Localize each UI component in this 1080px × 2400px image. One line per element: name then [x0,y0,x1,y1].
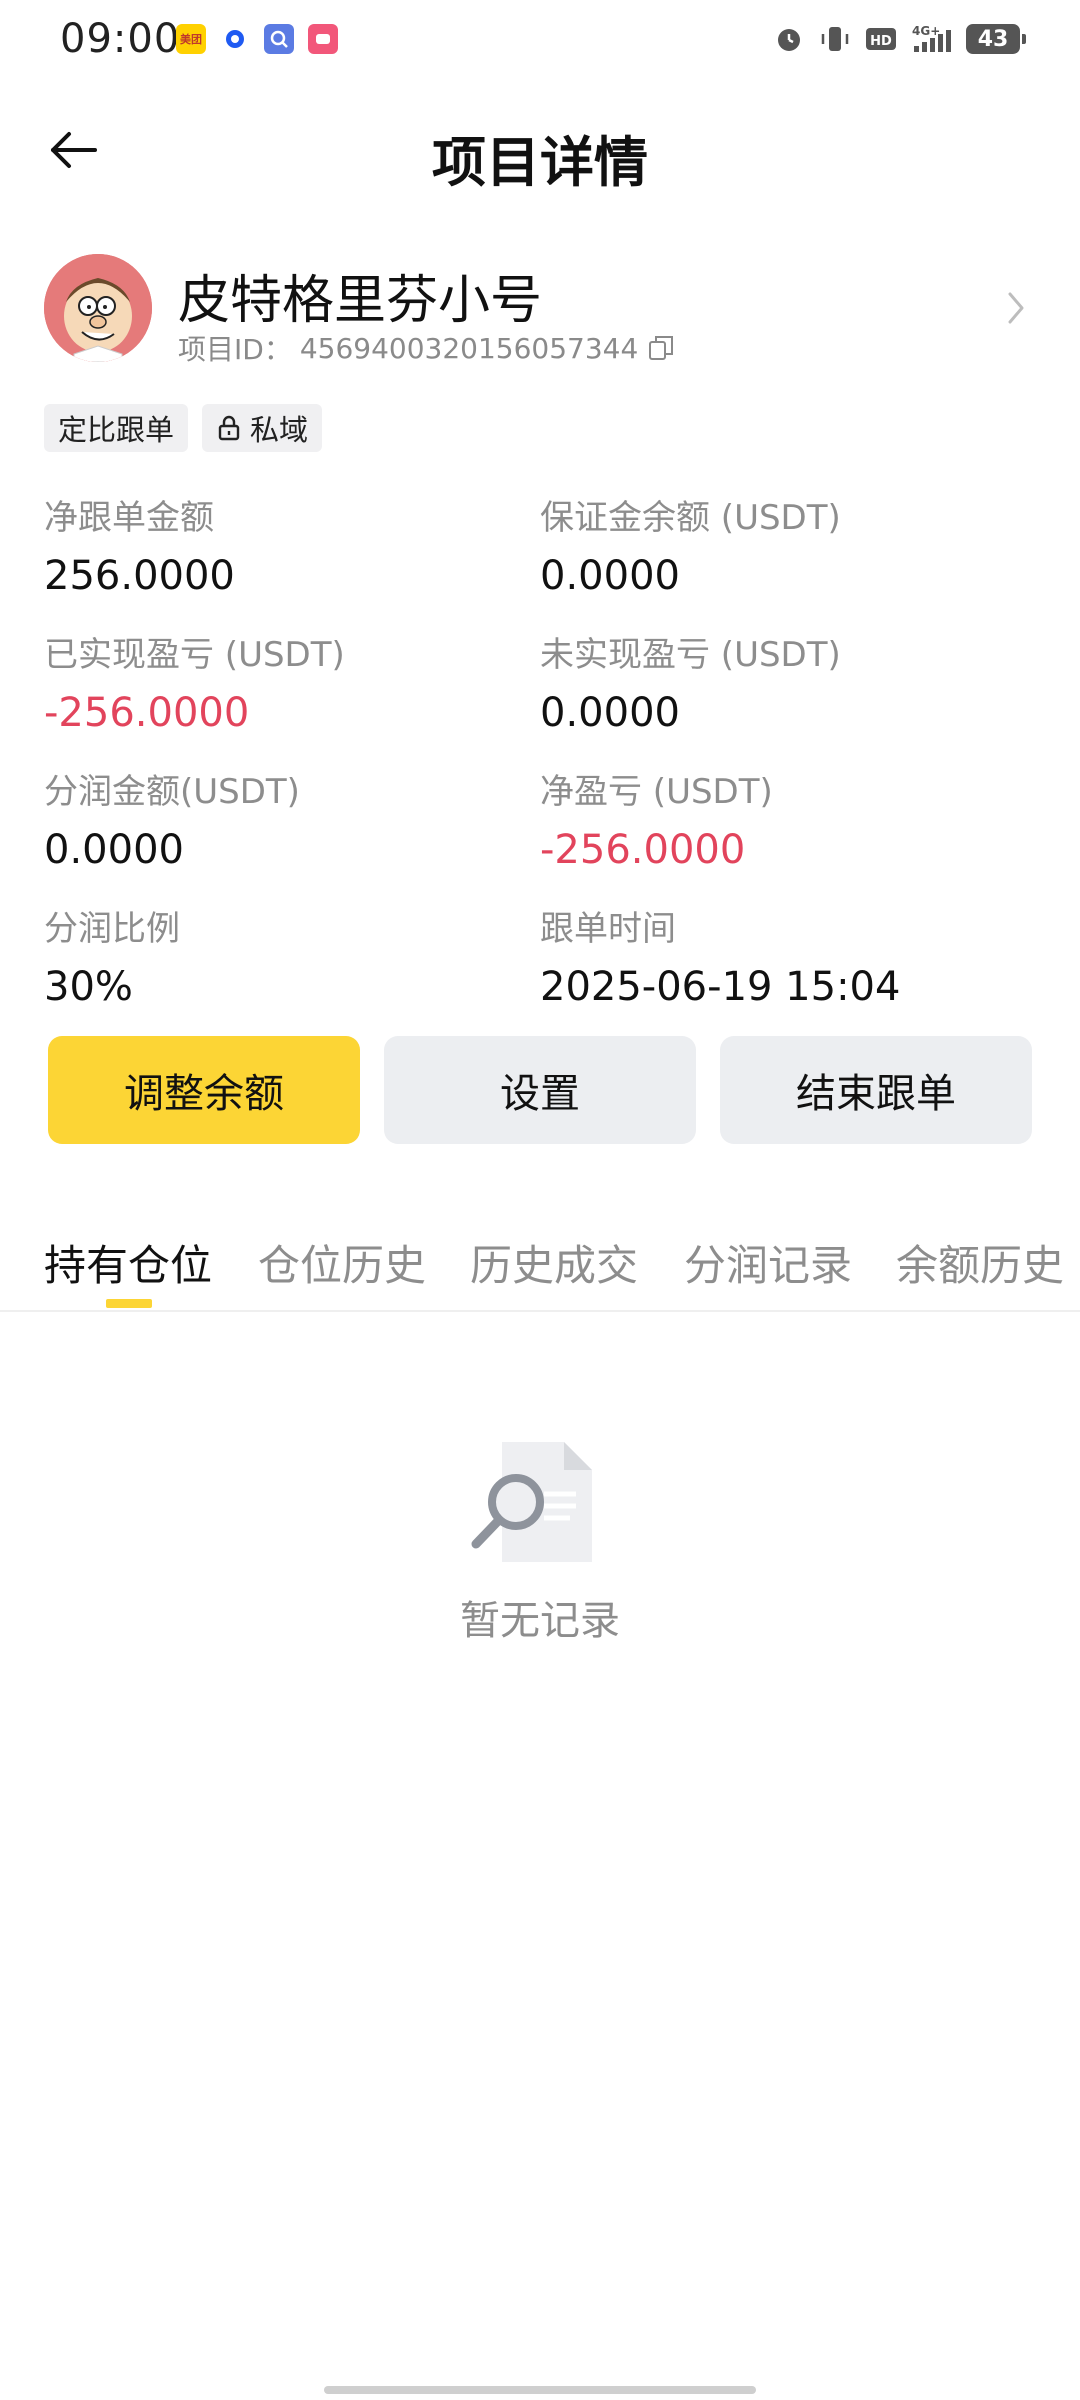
tab-bar: 持有仓位 仓位历史 历史成交 分润记录 余额历史 [0,1222,1080,1312]
stat-label: 分润比例 [44,909,180,949]
stat-label: 保证金余额 (USDT) [540,498,841,538]
copy-icon[interactable] [646,333,676,363]
project-id-label: 项目ID： [178,333,292,366]
stat-label: 净跟单金额 [44,498,214,538]
tab-profit-share-records[interactable]: 分润记录 [684,1232,852,1293]
stat-profit-share-ratio: 分润比例 30% [44,901,524,1010]
stat-label: 跟单时间 [540,909,676,949]
stat-realized-pnl: 已实现盈亏 (USDT) -256.0000 [44,627,524,736]
divider [0,1310,1080,1312]
tab-trade-history[interactable]: 历史成交 [470,1232,638,1293]
chevron-right-icon[interactable] [996,288,1036,328]
project-id-row: 项目ID： 4569400320156057344 [178,328,676,368]
tab-open-positions[interactable]: 持有仓位 [44,1232,212,1293]
stat-net-pnl: 净盈亏 (USDT) -256.0000 [540,764,1020,873]
stat-profit-share-amount: 分润金额(USDT) 0.0000 [44,764,524,873]
active-tab-indicator [106,1299,152,1308]
stat-value: 30% [44,964,133,1010]
hd-icon: HD [864,22,898,56]
status-bar: 09:00 美团 HD 4G+ 43 [0,0,1080,84]
profile-name: 皮特格里芬小号 [178,271,543,331]
status-system-icons: HD 4G+ 43 [772,22,1026,56]
tab-position-history[interactable]: 仓位历史 [258,1232,426,1293]
page-title: 项目详情 [432,131,648,194]
vibrate-icon [818,22,852,56]
app-pink-icon [308,24,338,54]
stat-value: 0.0000 [540,690,680,736]
tag-private: 私域 [202,404,323,452]
tag-label: 定比跟单 [58,413,175,447]
stat-label: 未实现盈亏 (USDT) [540,635,841,675]
status-time: 09:00 [60,16,181,62]
stat-label: 已实现盈亏 (USDT) [44,635,345,675]
empty-state-text: 暂无记录 [460,1598,620,1644]
status-app-icons: 美团 [176,24,338,54]
battery-icon: 43 [966,24,1026,54]
app-search-icon [264,24,294,54]
app-header: 项目详情 [0,96,1080,202]
stat-label: 分润金额(USDT) [44,772,300,812]
tab-balance-history[interactable]: 余额历史 [896,1232,1064,1293]
signal-4g-icon: 4G+ [910,22,954,56]
stat-value: 2025-06-19 15:04 [540,964,901,1010]
tag-label: 私域 [250,413,309,447]
profile-card[interactable]: 皮特格里芬小号 项目ID： 4569400320156057344 [44,254,1036,368]
home-indicator[interactable] [324,2386,756,2394]
stat-value: -256.0000 [44,690,250,736]
stat-value: 0.0000 [44,827,184,873]
stat-label: 净盈亏 (USDT) [540,772,773,812]
meituan-icon: 美团 [176,24,206,54]
stat-value: 0.0000 [540,553,680,599]
tag-fixed-ratio: 定比跟单 [44,404,189,452]
end-follow-button[interactable]: 结束跟单 [720,1036,1032,1144]
svg-text:HD: HD [870,34,892,49]
stat-margin-balance: 保证金余额 (USDT) 0.0000 [540,490,1020,599]
alarm-icon [772,22,806,56]
avatar [44,254,152,362]
stat-net-follow-amount: 净跟单金额 256.0000 [44,490,524,599]
settings-button[interactable]: 设置 [384,1036,696,1144]
project-id-value: 4569400320156057344 [299,331,639,365]
tag-list: 定比跟单 私域 [44,404,323,452]
stat-follow-time: 跟单时间 2025-06-19 15:04 [540,901,1020,1010]
empty-search-document-icon [470,1440,600,1566]
stat-unrealized-pnl: 未实现盈亏 (USDT) 0.0000 [540,627,1020,736]
empty-state: 暂无记录 [0,1440,1080,1660]
adjust-balance-button[interactable]: 调整余额 [48,1036,360,1144]
action-buttons: 调整余额 设置 结束跟单 [48,1036,1032,1144]
app-blue-icon [220,24,250,54]
svg-text:4G+: 4G+ [912,24,940,38]
stat-value: 256.0000 [44,553,235,599]
lock-icon [218,415,240,441]
stat-value: -256.0000 [540,827,746,873]
